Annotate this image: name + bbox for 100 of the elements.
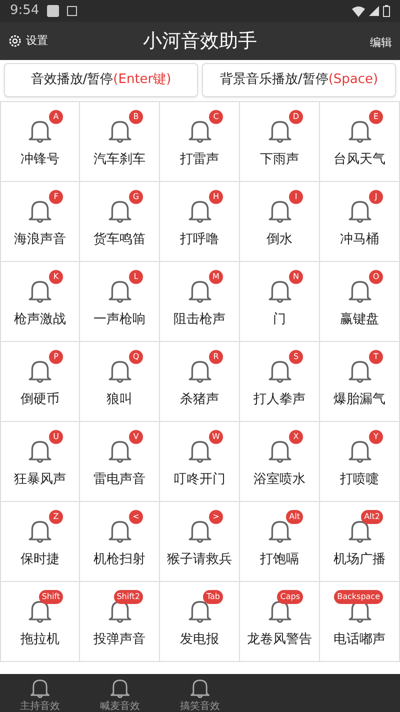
battery-icon	[383, 5, 390, 17]
sound-tile[interactable]: Shift2 投弹声音	[80, 582, 160, 662]
sound-tile[interactable]: S 打人拳声	[240, 342, 320, 422]
sound-tile[interactable]: J 冲马桶	[320, 182, 400, 262]
wifi-icon	[352, 6, 365, 16]
sound-name: 打雷声	[180, 150, 219, 168]
settings-label[interactable]: 设置	[26, 32, 48, 50]
settings-icon[interactable]	[8, 34, 22, 48]
sound-tile[interactable]: Backspace 电话嘟声	[320, 582, 400, 662]
sound-tile[interactable]: Y 打喷嚏	[320, 422, 400, 502]
status-time: 9:54	[10, 2, 40, 20]
hotkey-badge: D	[289, 110, 303, 124]
sound-tile[interactable]: B 汽车刹车	[80, 102, 160, 182]
sound-tile[interactable]: F 海浪声音	[0, 182, 80, 262]
sound-tile[interactable]: Alt2 机场广播	[320, 502, 400, 582]
sound-name: 龙卷风警告	[247, 630, 312, 648]
sound-tile[interactable]: G 货车鸣笛	[80, 182, 160, 262]
hotkey-badge: Tab	[203, 590, 223, 604]
sound-tile[interactable]: Alt 打饱嗝	[240, 502, 320, 582]
sound-name: 海浪声音	[14, 230, 66, 248]
hotkey-badge: I	[289, 190, 303, 204]
sound-tile[interactable]: K 枪声激战	[0, 262, 80, 342]
sound-name: 机枪扫射	[94, 550, 146, 568]
sound-tile[interactable]: Shift 拖拉机	[0, 582, 80, 662]
hotkey-badge: L	[129, 270, 143, 284]
hotkey-badge: T	[369, 350, 383, 364]
sound-name: 拖拉机	[20, 630, 60, 648]
sound-name: 打饱嗝	[260, 550, 299, 568]
sound-name: 发电报	[180, 630, 219, 648]
bottom-tab[interactable]: 喊麦音效	[80, 674, 160, 712]
hotkey-badge: Alt	[286, 510, 303, 524]
app-title: 小河音效助手	[143, 30, 257, 52]
sound-name: 狼叫	[106, 390, 132, 408]
play-pause-button[interactable]: 音效播放/暂停(Enter键)	[4, 63, 198, 96]
bottom-tab[interactable]: 搞笑音效	[160, 674, 240, 712]
hotkey-badge: Shift2	[114, 590, 143, 604]
sound-tile[interactable]: A 冲锋号	[0, 102, 80, 182]
hotkey-badge: M	[209, 270, 223, 284]
sound-name: 猴子请救兵	[167, 550, 232, 568]
sound-name: 机场广播	[334, 550, 386, 568]
sound-name: 打人拳声	[254, 390, 306, 408]
hotkey-badge: Caps	[277, 590, 303, 604]
sound-tile[interactable]: Q 狼叫	[80, 342, 160, 422]
sound-tile[interactable]: D 下雨声	[240, 102, 320, 182]
sound-tile[interactable]: > 猴子请救兵	[160, 502, 240, 582]
hotkey-badge: C	[209, 110, 223, 124]
sound-tile[interactable]: U 狂暴风声	[0, 422, 80, 502]
sound-tile[interactable]: I 倒水	[240, 182, 320, 262]
hotkey-badge: Q	[129, 350, 143, 364]
edit-button[interactable]: 编辑	[370, 36, 392, 49]
sound-tile[interactable]: O 赢键盘	[320, 262, 400, 342]
notification-icon	[67, 6, 78, 16]
sound-tile[interactable]: E 台风天气	[320, 102, 400, 182]
hotkey-badge: U	[49, 430, 63, 444]
bell-icon	[109, 676, 131, 698]
sound-tile[interactable]: C 打雷声	[160, 102, 240, 182]
hotkey-badge: Y	[369, 430, 383, 444]
sound-name: 货车鸣笛	[94, 230, 146, 248]
sound-tile[interactable]: Z 保时捷	[0, 502, 80, 582]
sound-tile[interactable]: Tab 发电报	[160, 582, 240, 662]
hotkey-badge: J	[369, 190, 383, 204]
sound-name: 倒水	[266, 230, 292, 248]
sound-tile[interactable]: T 爆胎漏气	[320, 342, 400, 422]
sound-tile[interactable]: V 雷电声音	[80, 422, 160, 502]
sound-tile[interactable]: H 打呼噜	[160, 182, 240, 262]
hotkey-badge: <	[129, 510, 143, 524]
sound-tile[interactable]: W 叮咚开门	[160, 422, 240, 502]
sound-tile[interactable]: X 浴室喷水	[240, 422, 320, 502]
hotkey-badge: >	[209, 510, 223, 524]
hotkey-badge: Backspace	[334, 590, 383, 604]
sound-tile[interactable]: < 机枪扫射	[80, 502, 160, 582]
play-pause-button[interactable]: 背景音乐播放/暂停(Space)	[202, 63, 396, 96]
bottom-tab[interactable]: 主持音效	[0, 674, 80, 712]
sound-name: 爆胎漏气	[334, 390, 386, 408]
sound-name: 下雨声	[260, 150, 299, 168]
sound-name: 一声枪响	[94, 310, 146, 328]
sound-tile[interactable]: L 一声枪响	[80, 262, 160, 342]
sound-tile[interactable]: P 倒硬币	[0, 342, 80, 422]
sound-name: 冲马桶	[340, 230, 379, 248]
sound-name: 门	[273, 310, 286, 328]
sound-tile[interactable]: N 门	[240, 262, 320, 342]
sound-name: 浴室喷水	[254, 470, 306, 488]
sound-name: 投弹声音	[94, 630, 146, 648]
sound-tile[interactable]: M 阻击枪声	[160, 262, 240, 342]
sound-tile[interactable]: R 杀猪声	[160, 342, 240, 422]
sound-name: 保时捷	[20, 550, 60, 568]
sound-name: 赢键盘	[340, 310, 379, 328]
sound-name: 冲锋号	[20, 150, 60, 168]
sound-name: 杀猪声	[180, 390, 219, 408]
sound-name: 电话嘟声	[334, 630, 386, 648]
notification-icon	[47, 5, 60, 17]
bell-icon	[29, 676, 51, 698]
hotkey-badge: P	[49, 350, 63, 364]
hotkey-badge: H	[209, 190, 223, 204]
sound-name: 阻击枪声	[174, 310, 226, 328]
sound-name: 汽车刹车	[94, 150, 146, 168]
sound-name: 打呼噜	[180, 230, 219, 248]
sound-name: 倒硬币	[20, 390, 60, 408]
sound-tile[interactable]: Caps 龙卷风警告	[240, 582, 320, 662]
hotkey-badge: X	[289, 430, 303, 444]
